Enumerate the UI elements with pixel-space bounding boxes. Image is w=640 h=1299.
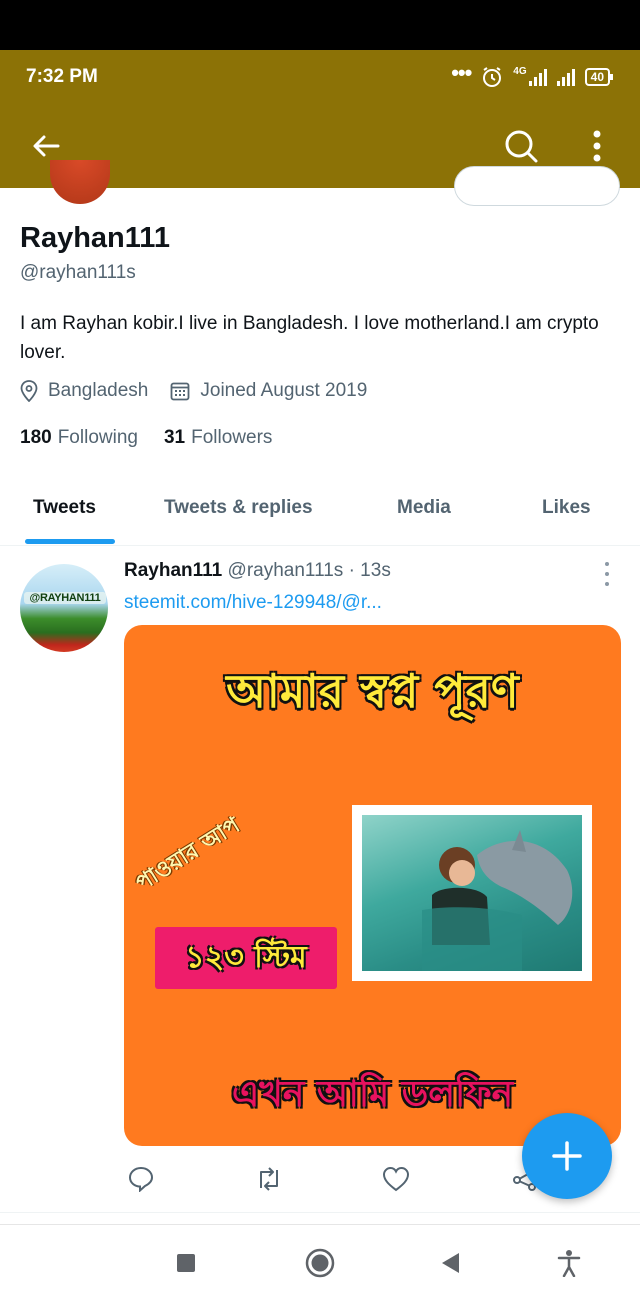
following-label: Following (57, 427, 138, 448)
recent-apps-icon[interactable] (168, 1245, 204, 1281)
battery-icon: 40 (584, 68, 614, 86)
more-dots-icon: ••• (451, 60, 472, 85)
following-link[interactable]: 180 Following (20, 427, 138, 449)
location-icon (20, 380, 38, 402)
follow-stats: 180 Following 31 Followers (20, 427, 272, 449)
tab-tweets[interactable]: Tweets (33, 497, 96, 519)
tweet-link[interactable]: steemit.com/hive-129948/@r... (124, 592, 382, 614)
tab-likes[interactable]: Likes (542, 497, 591, 519)
edit-profile-button[interactable] (454, 166, 620, 206)
media-diagonal-text: পাওয়ার আপ (131, 812, 245, 897)
profile-handle: @rayhan111s (20, 262, 136, 283)
profile-meta: Bangladesh Joined August 2019 (20, 380, 389, 402)
back-triangle-icon[interactable] (432, 1245, 468, 1281)
profile-location: Bangladesh (20, 380, 148, 402)
tweet-media-image[interactable]: আমার স্বপ্ন পূরণ পাওয়ার আপ ১২৩ স্টিম এখ… (124, 625, 621, 1146)
signal-icon (556, 68, 575, 86)
followers-link[interactable]: 31 Followers (164, 427, 272, 449)
profile-name: Rayhan111 (20, 222, 170, 254)
profile-avatar[interactable] (50, 160, 110, 204)
compose-tweet-button[interactable] (522, 1113, 612, 1199)
tweet-actions (124, 1162, 544, 1196)
active-tab-indicator (25, 539, 115, 544)
following-count: 180 (20, 427, 52, 448)
accessibility-icon[interactable] (551, 1245, 587, 1281)
tweet-handle: @rayhan111s (227, 560, 344, 581)
tweet-avatar[interactable]: @RAYHAN111 (20, 564, 108, 652)
followers-count: 31 (163, 427, 186, 448)
profile-joined: Joined August 2019 (170, 380, 367, 402)
tweet-more-icon[interactable] (596, 562, 618, 586)
tweet-time: · 13s (348, 560, 391, 581)
media-photo (352, 805, 592, 981)
dolphin-photo (362, 815, 582, 971)
calendar-icon (170, 382, 190, 401)
alarm-icon (483, 67, 502, 87)
plus-icon (552, 1141, 582, 1171)
profile-tabs: Tweets Tweets & replies Media Likes (0, 480, 640, 546)
profile-bio: I am Rayhan kobir.I live in Bangladesh. … (20, 313, 599, 363)
status-bar: 7:32 PM ••• 4G 40 (0, 50, 640, 104)
like-icon[interactable] (379, 1162, 413, 1196)
tab-tweets-replies[interactable]: Tweets & replies (164, 497, 313, 519)
timeline-divider (0, 1212, 640, 1213)
search-icon[interactable] (499, 124, 543, 168)
retweet-icon[interactable] (252, 1162, 286, 1196)
more-vertical-icon[interactable] (575, 124, 619, 168)
status-time: 7:32 PM (26, 66, 98, 87)
home-icon[interactable] (302, 1245, 338, 1281)
tweet-author[interactable]: Rayhan111 (124, 560, 222, 581)
system-navigation-bar (0, 1224, 640, 1299)
status-icons: ••• 4G 40 (451, 60, 614, 90)
signal-icon (528, 68, 547, 86)
network-type: 4G (513, 65, 527, 77)
camera-strip (0, 0, 640, 50)
media-badge: ১২৩ স্টিম (155, 927, 337, 989)
tweet-header: Rayhan111 @rayhan111s · 13s (124, 560, 391, 582)
media-title: আমার স্বপ্ন পূরণ (226, 664, 519, 718)
tab-media[interactable]: Media (397, 497, 451, 519)
location-text: Bangladesh (48, 380, 149, 401)
joined-text: Joined August 2019 (200, 380, 368, 401)
reply-icon[interactable] (124, 1162, 158, 1196)
followers-label: Followers (191, 427, 273, 448)
avatar-logo: @RAYHAN111 (24, 592, 106, 604)
